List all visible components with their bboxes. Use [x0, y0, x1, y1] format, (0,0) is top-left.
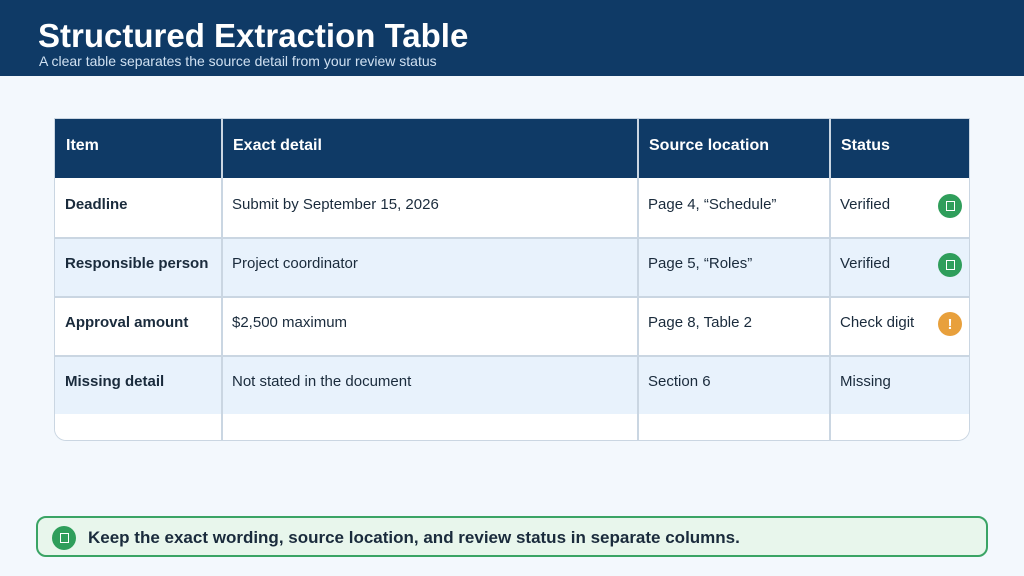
check-icon	[938, 194, 962, 218]
check-icon	[938, 253, 962, 277]
cell-source: Page 8, Table 2	[648, 314, 752, 331]
column-divider	[221, 119, 223, 440]
tip-callout: Keep the exact wording, source location,…	[36, 516, 988, 557]
warning-icon: !	[938, 312, 962, 336]
table-row: Approval amount $2,500 maximum Page 8, T…	[55, 296, 969, 355]
extraction-table: Item Exact detail Source location Status…	[54, 118, 970, 441]
tip-text: Keep the exact wording, source location,…	[88, 528, 740, 547]
cell-source: Section 6	[648, 373, 711, 390]
cell-status: Check digit !	[830, 296, 969, 355]
header-banner: Structured Extraction Table A clear tabl…	[0, 0, 1024, 76]
cell-detail: Not stated in the document	[232, 373, 412, 390]
cell-detail: $2,500 maximum	[232, 314, 348, 331]
cell-detail: Submit by September 15, 2026	[232, 196, 439, 213]
cell-status: Missing	[830, 355, 969, 414]
column-header-exact-detail: Exact detail	[233, 137, 322, 154]
page-subtitle: A clear table separates the source detai…	[39, 53, 437, 69]
table-header-row: Item Exact detail Source location Status	[55, 119, 969, 178]
cell-item: Responsible person	[65, 255, 209, 272]
column-header-item: Item	[66, 137, 99, 154]
table-row: Missing detail Not stated in the documen…	[55, 355, 969, 414]
status-text: Missing	[840, 373, 891, 390]
column-divider	[829, 119, 831, 440]
table-row-empty	[55, 414, 969, 440]
cell-item: Approval amount	[65, 314, 189, 331]
cell-source: Page 4, “Schedule”	[648, 196, 777, 213]
status-text: Check digit	[840, 314, 915, 331]
table-row: Responsible person Project coordinator P…	[55, 237, 969, 296]
check-icon	[52, 526, 76, 550]
cell-source: Page 5, “Roles”	[648, 255, 753, 272]
cell-item: Deadline	[65, 196, 128, 213]
status-text: Verified	[840, 196, 891, 213]
column-divider	[637, 119, 639, 440]
cell-status: Verified	[830, 237, 969, 296]
cell-status: Verified	[830, 178, 969, 237]
table-row: Deadline Submit by September 15, 2026 Pa…	[55, 178, 969, 237]
column-header-status: Status	[841, 137, 890, 154]
row-divider	[55, 296, 969, 298]
cell-item: Missing detail	[65, 373, 165, 390]
column-header-source-location: Source location	[649, 137, 770, 154]
row-divider	[55, 355, 969, 357]
row-divider	[55, 237, 969, 239]
cell-detail: Project coordinator	[232, 255, 358, 272]
status-text: Verified	[840, 255, 891, 272]
page-title: Structured Extraction Table	[38, 17, 469, 54]
